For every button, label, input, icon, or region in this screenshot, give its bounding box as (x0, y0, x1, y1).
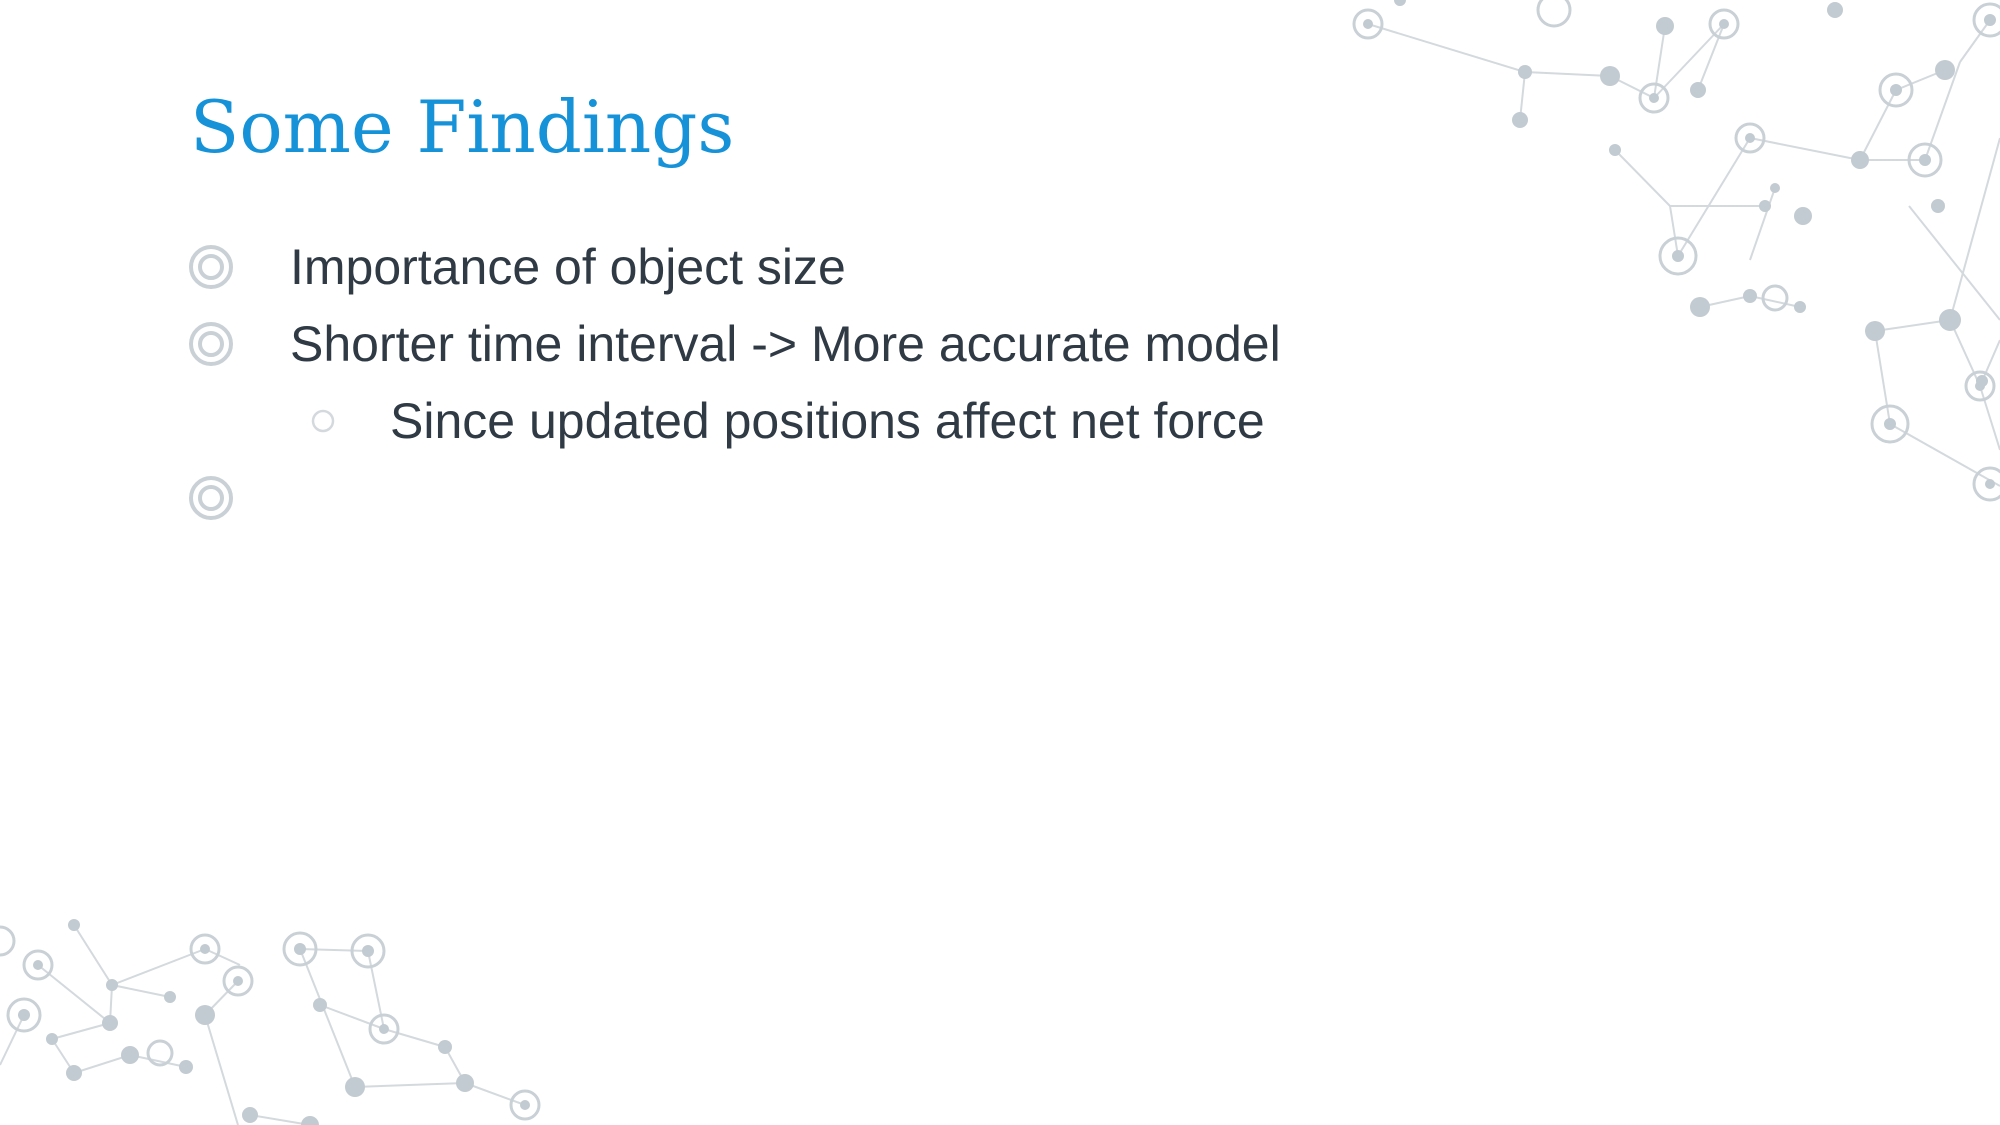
sub-bullet-item: Since updated positions affect net force (188, 382, 1281, 459)
slide: Some Findings Importance of object size … (0, 0, 2000, 1125)
double-ring-bullet-icon (189, 244, 233, 289)
double-ring-bullet-icon (189, 321, 233, 366)
bullet-item: Shorter time interval -> More accurate m… (188, 305, 1281, 382)
molecule-network-bottom-left-icon (0, 919, 541, 1125)
bullet-text: Importance of object size (290, 238, 846, 295)
double-ring-bullet-icon (189, 475, 233, 520)
bullet-item-empty (188, 459, 1281, 536)
sub-bullet-text: Since updated positions affect net force (390, 392, 1265, 449)
molecule-network-top-right-icon (1352, 0, 2000, 502)
bullet-item: Importance of object size (188, 228, 1281, 305)
hollow-circle-bullet-icon (311, 409, 335, 432)
slide-title: Some Findings (190, 85, 735, 169)
bullet-text: Shorter time interval -> More accurate m… (290, 315, 1281, 372)
bullet-list: Importance of object size Shorter time i… (188, 228, 1281, 536)
